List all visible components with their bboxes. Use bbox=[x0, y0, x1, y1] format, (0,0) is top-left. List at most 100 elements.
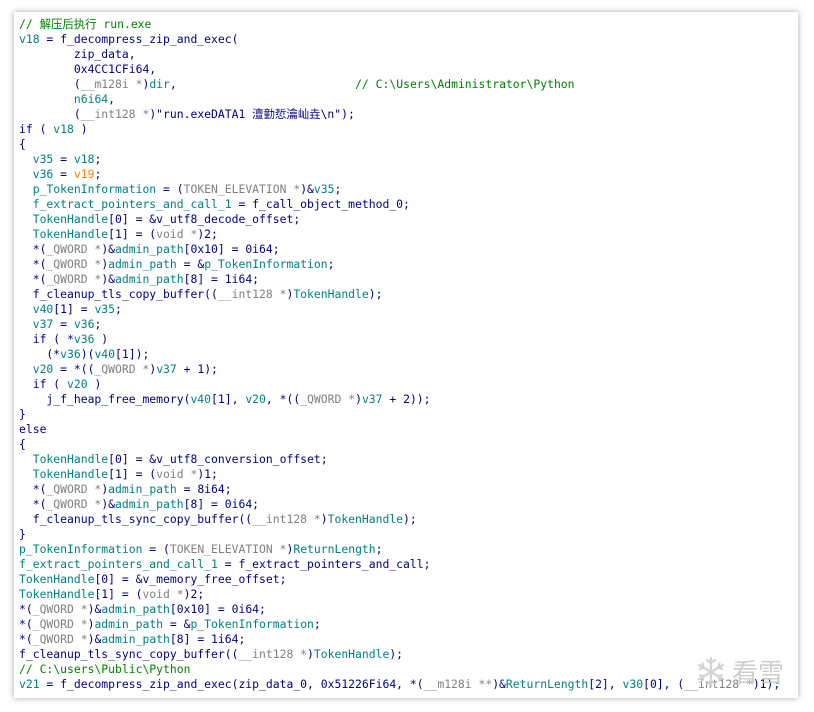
code-token: )"run.exeDATA1 澶勭悊瀹屾垚\n"); bbox=[149, 107, 355, 121]
code-line: (__m128i *)dir, // C:\Users\Administrato… bbox=[19, 77, 780, 92]
code-token: = *(( bbox=[53, 362, 95, 376]
code-line: *(_QWORD *)&admin_path[8] = 1i64; bbox=[19, 632, 780, 647]
comment-token: // C:\users\Public\Python bbox=[19, 662, 191, 676]
variable-token: v37 bbox=[361, 392, 383, 406]
type-token: __int128 * bbox=[252, 512, 321, 526]
variable-token: v20 bbox=[245, 392, 266, 406]
code-token: f_cleanup_tls_sync_copy_buffer(( bbox=[19, 512, 253, 526]
code-token: )& bbox=[101, 272, 116, 286]
type-token: void * bbox=[142, 587, 184, 601]
code-token: [8] = 1i64; bbox=[183, 272, 260, 286]
code-token: *( bbox=[19, 482, 47, 496]
code-line: f_cleanup_tls_sync_copy_buffer((__int128… bbox=[19, 647, 780, 662]
code-token: = ( bbox=[156, 182, 184, 196]
variable-token: v40 bbox=[190, 392, 212, 406]
type-token: __int128 * bbox=[80, 107, 150, 121]
code-token: ; bbox=[115, 302, 122, 316]
code-line: TokenHandle[0] = &v_utf8_conversion_offs… bbox=[19, 452, 780, 467]
code-line: { bbox=[19, 437, 780, 452]
variable-token: dir bbox=[149, 77, 170, 91]
code-line: *(_QWORD *)&admin_path[0x10] = 0i64; bbox=[19, 602, 780, 617]
code-line: v35 = v18; bbox=[19, 152, 780, 167]
code-line: f_extract_pointers_and_call_1 = f_extrac… bbox=[19, 557, 780, 572]
code-token: ) bbox=[307, 647, 314, 661]
code-token: ) bbox=[73, 122, 88, 136]
code-token: )& bbox=[87, 632, 102, 646]
code-token: )2; bbox=[183, 587, 205, 601]
code-line: f_cleanup_tls_sync_copy_buffer((__int128… bbox=[19, 512, 780, 527]
variable-token: v18 bbox=[73, 152, 95, 166]
code-line: // C:\users\Public\Python bbox=[19, 662, 780, 677]
code-token: else bbox=[19, 422, 47, 436]
snowflake-icon bbox=[697, 656, 725, 687]
variable-token: v18 bbox=[53, 122, 74, 136]
variable-token: p_TokenInformation bbox=[19, 542, 143, 556]
code-token: = 8i64; bbox=[176, 482, 232, 496]
code-token: if ( bbox=[19, 122, 54, 136]
watermark-text: 看雪 bbox=[731, 659, 784, 689]
code-line: *(_QWORD *)admin_path = &p_TokenInformat… bbox=[19, 617, 780, 632]
variable-token: v40 bbox=[32, 302, 54, 316]
code-line: } bbox=[19, 407, 780, 422]
type-token: _QWORD * bbox=[94, 362, 150, 376]
variable-token: n6i64 bbox=[73, 92, 109, 106]
variable-token: v36 bbox=[73, 317, 95, 331]
variable-token: p_TokenInformation bbox=[32, 182, 157, 196]
code-line: } bbox=[19, 527, 780, 542]
code-token: ) bbox=[87, 377, 102, 391]
type-token: _QWORD * bbox=[32, 602, 88, 616]
code-token: [1] = ( bbox=[108, 227, 157, 241]
variable-token: TokenHandle bbox=[293, 287, 369, 301]
code-token: , bbox=[169, 77, 356, 91]
code-token: *( bbox=[19, 497, 47, 511]
type-token: _QWORD * bbox=[32, 632, 88, 646]
code-token: )1; bbox=[197, 467, 218, 481]
code-token: f_cleanup_tls_copy_buffer(( bbox=[19, 287, 218, 301]
variable-token: v36 bbox=[73, 332, 95, 346]
code-token: [8] = 0i64; bbox=[183, 497, 260, 511]
code-token: , *(( bbox=[265, 392, 301, 406]
variable-token: ReturnLength bbox=[505, 677, 589, 691]
code-line: p_TokenInformation = (TOKEN_ELEVATION *)… bbox=[19, 542, 780, 557]
code-token: ); bbox=[368, 287, 383, 301]
type-token: __m128i * bbox=[80, 77, 143, 91]
decompiled-code-listing[interactable]: // 解压后执行 run.exe v18 = f_decompress_zip_a… bbox=[19, 17, 780, 692]
code-token: = ( bbox=[142, 542, 170, 556]
code-line: else bbox=[19, 422, 780, 437]
code-token: )2; bbox=[197, 227, 218, 241]
code-line: v21 = f_decompress_zip_and_exec(zip_data… bbox=[19, 677, 780, 692]
code-token: } bbox=[19, 527, 26, 541]
code-token: j_f_heap_free_memory( bbox=[19, 392, 191, 406]
code-token: { bbox=[19, 437, 26, 451]
code-line: TokenHandle[1] = (void *)1; bbox=[19, 467, 780, 482]
code-token: ); bbox=[389, 647, 404, 661]
code-token: ) bbox=[355, 392, 362, 406]
variable-token: ReturnLength bbox=[293, 542, 376, 556]
type-token: _QWORD * bbox=[46, 242, 102, 256]
type-token: TOKEN_ELEVATION * bbox=[169, 542, 287, 556]
code-token: *( bbox=[19, 242, 47, 256]
code-line: if ( v20 ) bbox=[19, 377, 780, 392]
code-line: TokenHandle[0] = &v_memory_free_offset; bbox=[19, 572, 780, 587]
code-token: [0] = &v_utf8_decode_offset; bbox=[108, 212, 301, 226]
code-token: [8] = 1i64; bbox=[169, 632, 246, 646]
type-token: __int128 * bbox=[217, 287, 287, 301]
variable-token: TokenHandle bbox=[32, 227, 109, 241]
variable-token: v30 bbox=[622, 677, 644, 691]
type-token: __int128 * bbox=[238, 647, 308, 661]
type-token: __m128i ** bbox=[423, 677, 493, 691]
code-token: = & bbox=[163, 617, 191, 631]
code-token: + 2)); bbox=[382, 392, 431, 406]
watermark: 看雪 bbox=[694, 653, 784, 690]
code-token: if ( * bbox=[19, 332, 74, 346]
code-token: ); bbox=[403, 512, 417, 526]
variable-token: admin_path bbox=[115, 242, 184, 256]
